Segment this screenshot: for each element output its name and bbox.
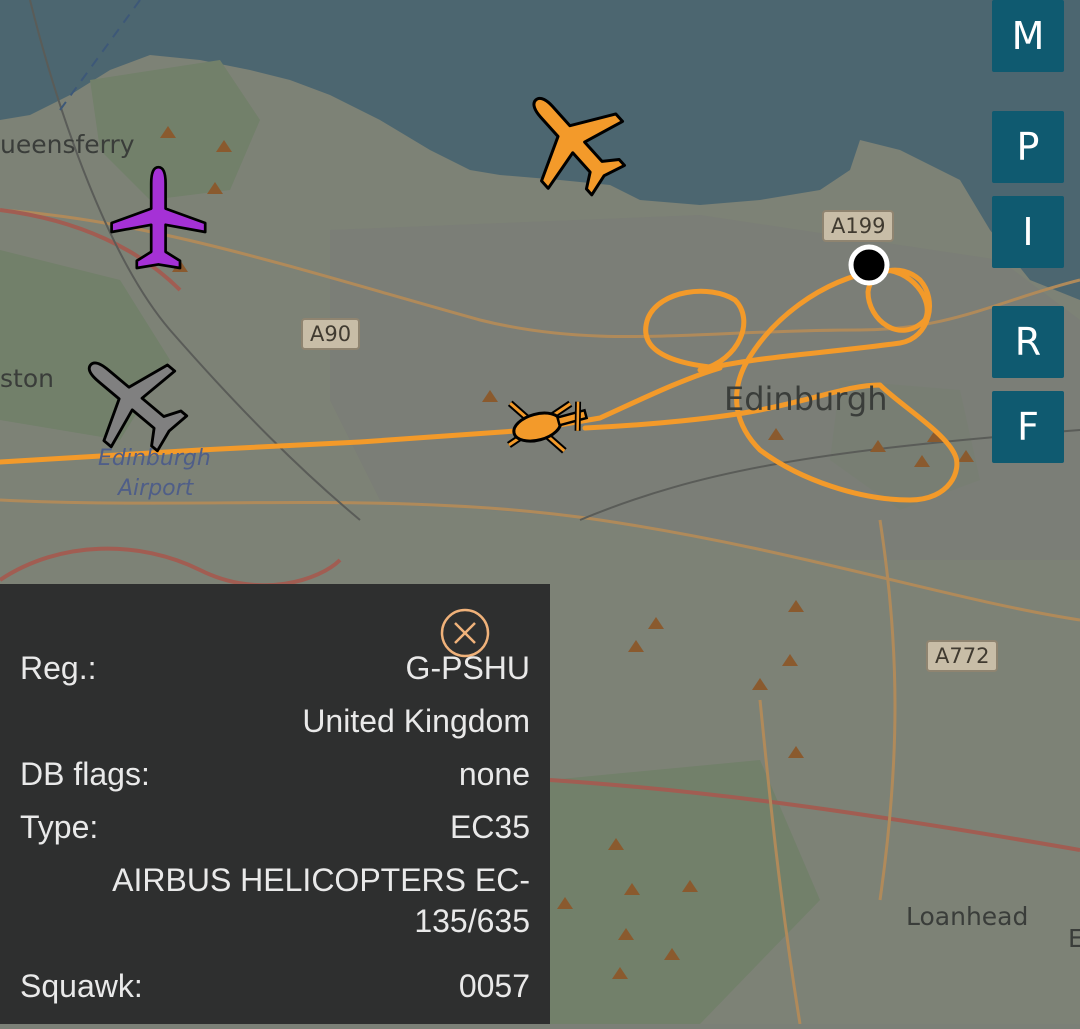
dbflags-row: DB flags: none (20, 756, 530, 796)
reg-row: Reg.: G-PSHU (20, 650, 530, 690)
dbflags-value: none (458, 756, 530, 792)
position-marker[interactable] (848, 244, 890, 286)
dbflags-label: DB flags: (20, 756, 150, 792)
country-row: United Kingdom (20, 703, 530, 743)
type-value: EC35 (449, 809, 530, 845)
place-label-loanhead: Loanhead (906, 902, 1029, 931)
country-value: United Kingdom (302, 703, 530, 739)
place-label-airport-2: Airport (118, 476, 194, 501)
place-label-airport: Edinburgh (98, 446, 211, 471)
type-desc-row-2: 135/635 (20, 903, 530, 943)
plane-list-button[interactable]: P (992, 111, 1064, 183)
aircraft-info-panel: Reg.: G-PSHU United Kingdom DB flags: no… (0, 584, 550, 1024)
type-label: Type: (20, 809, 99, 845)
reg-label: Reg.: (20, 650, 97, 686)
type-desc-row: AIRBUS HELICOPTERS EC- (20, 862, 530, 902)
filter-button[interactable]: F (992, 391, 1064, 463)
road-shield-a772: A772 (926, 640, 999, 672)
place-label-kirkliston: ston (0, 364, 54, 393)
reg-value[interactable]: G-PSHU (406, 650, 530, 687)
range-rings-button[interactable]: R (992, 306, 1064, 378)
place-label-edge: E (1068, 924, 1080, 953)
road-shield-a199: A199 (822, 210, 895, 242)
road-shield-a90: A90 (301, 318, 361, 350)
place-label-edinburgh: Edinburgh (724, 380, 888, 418)
type-description-line2: 135/635 (414, 903, 530, 939)
place-label-queensferry: ueensferry (0, 130, 135, 159)
squawk-row: Squawk: 0057 (20, 968, 530, 1008)
squawk-label: Squawk: (20, 968, 143, 1004)
squawk-value: 0057 (458, 968, 530, 1004)
type-row: Type: EC35 (20, 809, 530, 849)
type-description-line1: AIRBUS HELICOPTERS EC- (112, 862, 530, 898)
info-panel-button[interactable]: I (992, 196, 1064, 268)
map-layer-button[interactable]: M (992, 0, 1064, 72)
